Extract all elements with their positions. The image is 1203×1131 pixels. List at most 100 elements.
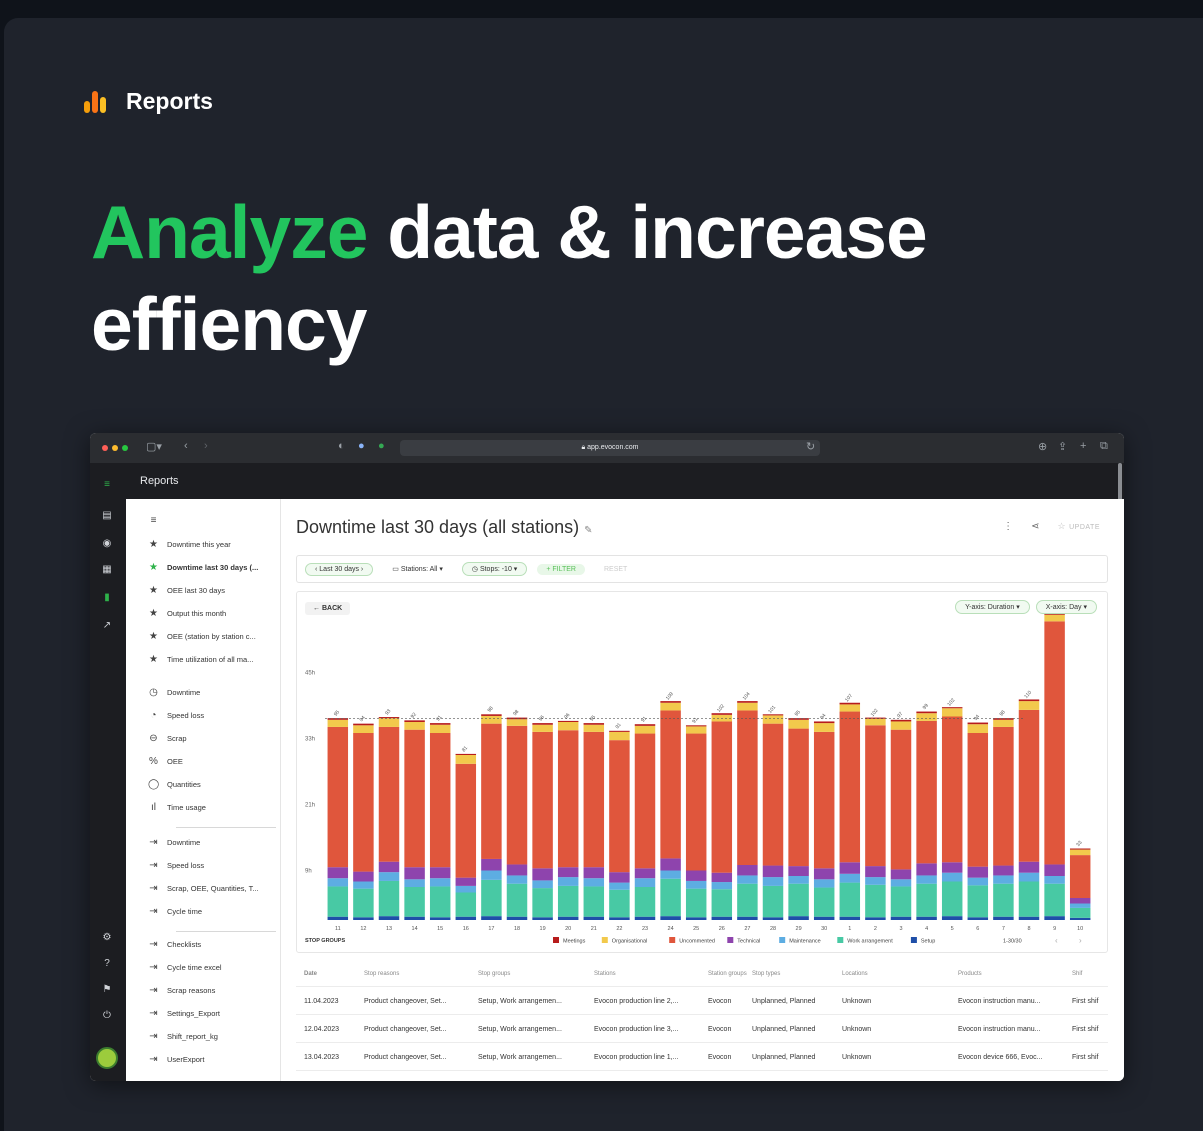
clock-icon: ◷ xyxy=(149,687,158,698)
menu-item-label: Downtime last 30 days (... xyxy=(167,563,259,572)
minimize-dot-icon[interactable] xyxy=(112,445,118,451)
share-report-icon[interactable]: ⋖ xyxy=(1031,521,1039,532)
period-filter[interactable]: ‹ Last 30 days › xyxy=(305,562,374,576)
tabs-icon[interactable]: ⧉ xyxy=(1100,440,1108,453)
bar-segment xyxy=(481,879,502,917)
bar-value-label: 109 xyxy=(665,691,675,701)
hamburger-icon[interactable]: ≡ xyxy=(100,478,114,492)
menu-item[interactable]: ◷ Downtime xyxy=(148,687,200,698)
bar-segment xyxy=(941,872,963,882)
menu-item[interactable]: ⇥ Speed loss xyxy=(148,860,204,871)
period-filter-label: Last 30 days xyxy=(319,565,359,573)
bar-segment xyxy=(685,726,707,734)
y-axis-selector[interactable]: Y-axis: Duration ▾ xyxy=(955,600,1030,614)
menu-item[interactable]: ⇥ Downtime xyxy=(148,837,200,848)
menu-item[interactable]: ıl Time usage xyxy=(148,802,206,813)
stops-filter[interactable]: ◷ Stops: -10 ▾ xyxy=(461,562,528,576)
bar-segment xyxy=(711,882,733,890)
more-icon[interactable]: ⋮ xyxy=(1003,521,1013,532)
dashboard-icon[interactable]: ▤ xyxy=(100,509,114,523)
legend-swatch xyxy=(837,937,844,943)
settings-icon[interactable]: ⚙ xyxy=(100,931,114,945)
update-button[interactable]: ☆ UPDATE xyxy=(1058,521,1100,532)
menu-item[interactable]: ⇥ Settings_Export xyxy=(148,1008,220,1019)
menu-item[interactable]: ◯ Quantities xyxy=(148,779,201,790)
bar-segment xyxy=(813,731,835,869)
x-tick-label: 10 xyxy=(1077,926,1083,932)
bar-value-label: 97 xyxy=(896,711,904,719)
close-dot-icon[interactable] xyxy=(102,445,108,451)
extension-green-icon[interactable]: ● xyxy=(378,440,385,452)
menu-item[interactable]: ⇥ UserExport xyxy=(148,1054,204,1065)
x-axis-selector[interactable]: X-axis: Day ▾ xyxy=(1035,600,1097,614)
menu-item[interactable]: ★ OEE last 30 days xyxy=(148,585,225,596)
table-row[interactable]: 11.04.2023 Product changeover, Set... Setu… xyxy=(296,988,1108,1015)
menu-item[interactable]: ★ OEE (station by station c... xyxy=(148,631,256,642)
menu-collapse-icon[interactable]: ≡ xyxy=(148,515,159,526)
table-cell: First shif xyxy=(1072,997,1099,1005)
menu-item[interactable]: ⇥ Checklists xyxy=(148,939,201,950)
menu-item-label: Downtime xyxy=(167,688,201,697)
menu-item[interactable]: % OEE xyxy=(148,756,183,767)
star-icon: ★ xyxy=(149,585,158,596)
bar-segment xyxy=(711,889,733,917)
table-cell: Product changeover, Set... xyxy=(364,1053,447,1061)
menu-item[interactable]: ★ Time utilization of all ma... xyxy=(148,654,253,665)
reload-icon[interactable]: ↻ xyxy=(806,440,815,453)
zoom-dot-icon[interactable] xyxy=(122,445,128,451)
bar-segment xyxy=(1018,872,1040,882)
y-tick-label: 33h xyxy=(305,737,315,743)
bar-value-label: 98 xyxy=(487,705,495,713)
menu-item[interactable]: ★ Downtime last 30 days (... xyxy=(148,562,258,573)
stations-filter[interactable]: ▭ Stations: All ▾ xyxy=(383,563,452,575)
forward-arrow-icon[interactable]: › xyxy=(204,440,208,452)
download-icon[interactable]: ⊕ xyxy=(1038,440,1047,453)
legend-swatch xyxy=(601,937,608,943)
menu-item[interactable]: ◔ Speed loss xyxy=(148,710,204,721)
legend-swatch xyxy=(669,937,676,943)
bar-segment xyxy=(404,867,425,880)
x-tick-label: 21 xyxy=(591,926,597,932)
back-button[interactable]: ← BACK xyxy=(305,602,351,615)
add-filter-button[interactable]: + FILTER xyxy=(537,563,585,575)
bar-segment xyxy=(865,725,886,867)
bar-segment xyxy=(1044,864,1065,876)
y-tick-label: 45h xyxy=(305,671,315,677)
edit-pencil-icon[interactable]: ✎ xyxy=(584,525,592,536)
target-icon[interactable]: ◉ xyxy=(100,537,114,551)
menu-item[interactable]: ⇥ Cycle time excel xyxy=(148,962,221,973)
sidebar-toggle-icon[interactable]: ▢▾ xyxy=(146,440,162,453)
menu-item-label: OEE (station by station c... xyxy=(167,632,256,641)
menu-item[interactable]: ⇥ Scrap reasons xyxy=(148,985,215,996)
shield-icon[interactable]: ◐ xyxy=(338,440,345,452)
bar-segment xyxy=(1069,907,1091,918)
menu-item[interactable]: ⇥ Scrap, OEE, Quantities, T... xyxy=(148,883,258,894)
table-row[interactable]: 12.04.2023 Product changeover, Set... Setu… xyxy=(296,1016,1108,1043)
menu-item[interactable]: ★ Output this month xyxy=(148,608,226,619)
reset-filter-button[interactable]: RESET xyxy=(595,564,636,575)
new-tab-icon[interactable]: + xyxy=(1080,440,1086,452)
table-row[interactable]: 13.04.2023 Product changeover, Set... Setu… xyxy=(296,1044,1108,1071)
bar-segment xyxy=(685,888,707,918)
flag-icon[interactable]: ⚑ xyxy=(100,983,114,997)
menu-item[interactable]: ★ Downtime this year xyxy=(148,539,231,550)
bar-segment xyxy=(609,730,630,732)
grid-icon[interactable]: ▦ xyxy=(100,563,114,577)
power-icon[interactable]: ⏻ xyxy=(100,1009,114,1023)
bar-segment xyxy=(557,877,579,886)
bar-segment xyxy=(557,885,579,917)
share-icon[interactable]: ⇪ xyxy=(1058,440,1067,453)
trend-icon[interactable]: ↗ xyxy=(100,619,114,633)
back-arrow-icon[interactable]: ‹ xyxy=(184,440,188,452)
bar-segment xyxy=(916,863,937,876)
url-bar[interactable]: 🔒︎ app.evocon.com xyxy=(400,440,820,456)
menu-item[interactable]: ⊖ Scrap xyxy=(148,733,186,744)
menu-item[interactable]: ⇥ Cycle time xyxy=(148,906,202,917)
x-tick-label: 20 xyxy=(565,926,571,932)
reports-icon[interactable]: ▮ xyxy=(100,591,114,605)
avatar[interactable] xyxy=(96,1047,118,1069)
extension-icon[interactable]: ● xyxy=(358,440,365,452)
help-icon[interactable]: ? xyxy=(100,957,114,971)
table-cell: Evocon xyxy=(708,1053,732,1061)
menu-item[interactable]: ⇥ Shift_report_kg xyxy=(148,1031,218,1042)
